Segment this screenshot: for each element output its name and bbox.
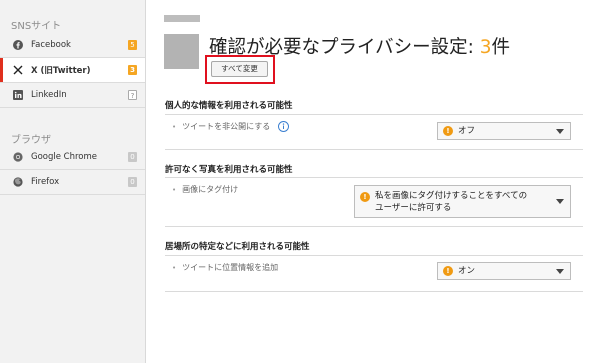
- divider: [165, 149, 583, 150]
- sidebar: SNSサイト Facebook 5 X (旧Twitter) 3 LinkedI…: [0, 0, 146, 363]
- setting-label: ツイートに位置情報を追加: [182, 263, 279, 272]
- chevron-down-icon: [556, 268, 564, 274]
- setting-label: 画像にタグ付け: [182, 185, 239, 194]
- x-icon: [13, 65, 23, 75]
- title-suffix: 件: [491, 37, 511, 58]
- sidebar-item-x[interactable]: X (旧Twitter) 3: [0, 58, 145, 82]
- sidebar-item-label: Facebook: [31, 40, 71, 50]
- count-badge: 0: [128, 152, 137, 162]
- count-badge: 0: [128, 177, 137, 187]
- setting-row-label: • ツイートを非公開にする: [172, 121, 290, 132]
- sns-section-title: SNSサイト: [11, 21, 62, 32]
- chevron-down-icon: [556, 128, 564, 134]
- section-heading: 許可なく写真を利用される可能性: [165, 165, 293, 175]
- sidebar-item-facebook[interactable]: Facebook 5: [0, 33, 145, 57]
- select-value: オフ: [458, 126, 476, 136]
- sidebar-item-label: Google Chrome: [31, 152, 98, 162]
- divider: [0, 107, 145, 108]
- linkedin-icon: [13, 90, 23, 100]
- photo-tag-select[interactable]: ! 私を画像にタグ付けすることをすべての ユーザーに許可する: [354, 185, 571, 218]
- select-value: オン: [458, 266, 476, 276]
- sidebar-item-label: X (旧Twitter): [31, 66, 91, 76]
- sidebar-item-label: Firefox: [31, 177, 60, 187]
- setting-label: ツイートを非公開にする: [182, 122, 271, 131]
- change-all-button[interactable]: すべて変更: [211, 61, 268, 77]
- title-count: 3: [479, 37, 492, 58]
- divider: [0, 194, 145, 195]
- divider: [165, 177, 583, 178]
- facebook-icon: [13, 40, 23, 50]
- browser-section-title: ブラウザ: [11, 135, 51, 146]
- select-value-line: ユーザーに許可する: [375, 202, 452, 213]
- warning-icon: !: [443, 126, 453, 136]
- chrome-icon: [13, 152, 23, 162]
- setting-row-label: • ツイートに位置情報を追加: [172, 262, 278, 273]
- divider: [165, 255, 583, 256]
- sidebar-item-chrome[interactable]: Google Chrome 0: [0, 145, 145, 169]
- count-badge: 3: [128, 65, 137, 75]
- divider: [165, 114, 583, 115]
- location-select[interactable]: ! オン: [437, 262, 571, 280]
- main-panel: 確認が必要なプライバシー設定: 3件 すべて変更 個人的な情報を利用される可能性…: [147, 0, 600, 363]
- sidebar-item-linkedin[interactable]: LinkedIn ?: [0, 83, 145, 107]
- bullet: •: [172, 122, 177, 131]
- chevron-down-icon: [556, 199, 564, 204]
- tweet-privacy-select[interactable]: ! オフ: [437, 122, 571, 140]
- account-name-redacted: [164, 15, 200, 22]
- section-heading: 居場所の特定などに利用される可能性: [165, 242, 310, 252]
- warning-icon: !: [443, 266, 453, 276]
- divider: [165, 226, 583, 227]
- info-icon[interactable]: [278, 121, 290, 132]
- sidebar-item-firefox[interactable]: Firefox 0: [0, 170, 145, 194]
- firefox-icon: [13, 177, 23, 187]
- count-badge: ?: [128, 90, 137, 100]
- select-value: 私を画像にタグ付けすることをすべての ユーザーに許可する: [375, 190, 556, 214]
- select-value-line: 私を画像にタグ付けすることをすべての: [375, 190, 528, 201]
- bullet: •: [172, 185, 177, 194]
- bullet: •: [172, 263, 177, 272]
- section-heading: 個人的な情報を利用される可能性: [165, 101, 293, 111]
- avatar: [164, 34, 199, 69]
- divider: [165, 291, 583, 292]
- sidebar-item-label: LinkedIn: [31, 90, 67, 100]
- setting-row-label: • 画像にタグ付け: [172, 184, 238, 195]
- count-badge: 5: [128, 40, 137, 50]
- warning-icon: !: [360, 192, 370, 202]
